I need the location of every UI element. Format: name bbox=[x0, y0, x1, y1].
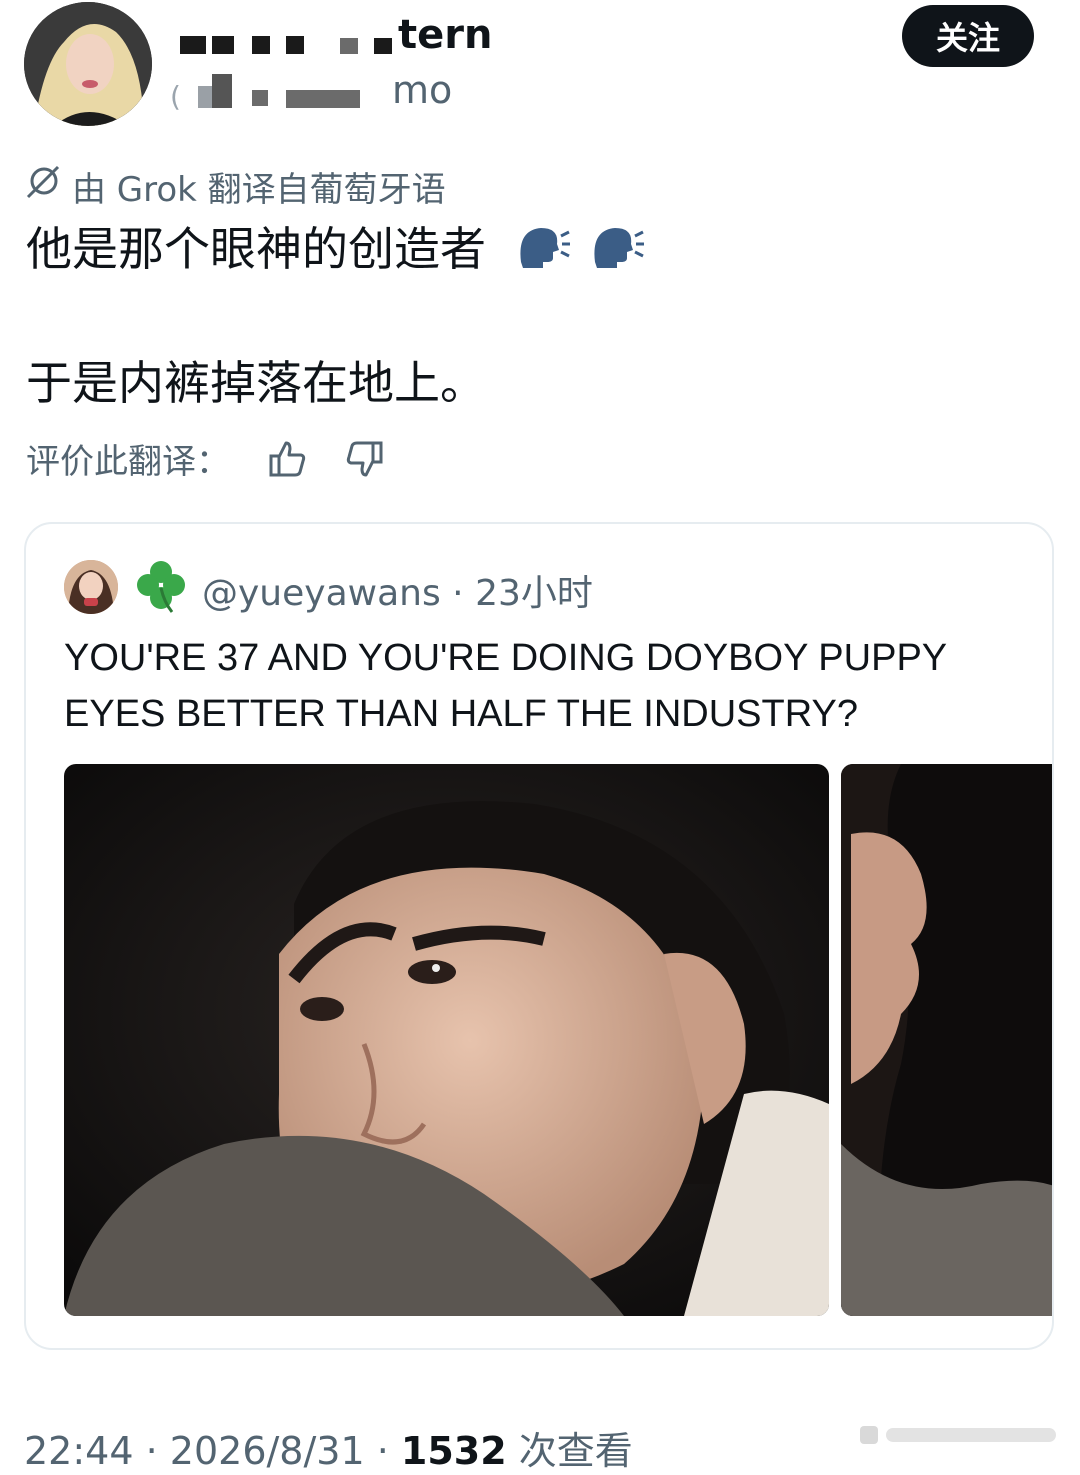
author-handle: mo bbox=[392, 68, 453, 112]
view-count-label: 次查看 bbox=[518, 1429, 633, 1473]
quoted-post-time: 23小时 bbox=[475, 573, 593, 614]
author-avatar[interactable] bbox=[24, 2, 152, 126]
meta-separator: · bbox=[452, 573, 464, 614]
meta-separator: · bbox=[376, 1429, 389, 1473]
post-line-2: 于是内裤掉落在地上。 bbox=[26, 356, 486, 410]
speaking-head-icon bbox=[515, 222, 571, 282]
watermark bbox=[856, 1420, 1066, 1450]
quoted-post-photo-2[interactable] bbox=[841, 764, 1052, 1316]
translate-icon bbox=[24, 163, 62, 210]
quoted-post-card[interactable]: @yueyawans · 23小时 YOU'RE 37 AND YOU'RE D… bbox=[24, 522, 1054, 1350]
handle-prefix: ( bbox=[170, 80, 181, 113]
post-text-line-1: 他是那个眼神的创造者 bbox=[26, 222, 645, 283]
quoted-author-avatar[interactable] bbox=[64, 560, 118, 614]
speaking-head-icon bbox=[589, 222, 645, 282]
post-time: 22:44 bbox=[24, 1429, 134, 1473]
quoted-author-handle[interactable]: @yueyawans bbox=[202, 573, 441, 614]
quoted-post-photo-1[interactable] bbox=[64, 764, 829, 1316]
rate-translation-row: 评价此翻译： bbox=[26, 434, 384, 483]
translation-note: 由 Grok 翻译自葡萄牙语 bbox=[24, 162, 446, 211]
thumbs-up-icon[interactable] bbox=[268, 439, 308, 479]
thumbs-down-icon[interactable] bbox=[344, 439, 384, 479]
follow-button[interactable]: 关注 bbox=[902, 5, 1034, 67]
rate-label: 评价此翻译： bbox=[26, 442, 230, 482]
translation-note-text: 由 Grok 翻译自葡萄牙语 bbox=[72, 170, 446, 210]
post-date: 2026/8/31 bbox=[169, 1429, 365, 1473]
post-meta: 22:44 · 2026/8/31 · 1532 次查看 bbox=[24, 1420, 633, 1475]
view-count: 1532 bbox=[400, 1429, 507, 1473]
post-line-1: 他是那个眼神的创造者 bbox=[26, 222, 486, 276]
quoted-post-text: YOU'RE 37 AND YOU'RE DOING DOYBOY PUPPY … bbox=[64, 637, 947, 735]
quoted-author-meta: @yueyawans · 23小时 bbox=[202, 564, 593, 616]
author-name[interactable]: tern bbox=[398, 12, 492, 58]
meta-separator: · bbox=[145, 1429, 158, 1473]
four-leaf-clover-icon bbox=[134, 558, 188, 618]
